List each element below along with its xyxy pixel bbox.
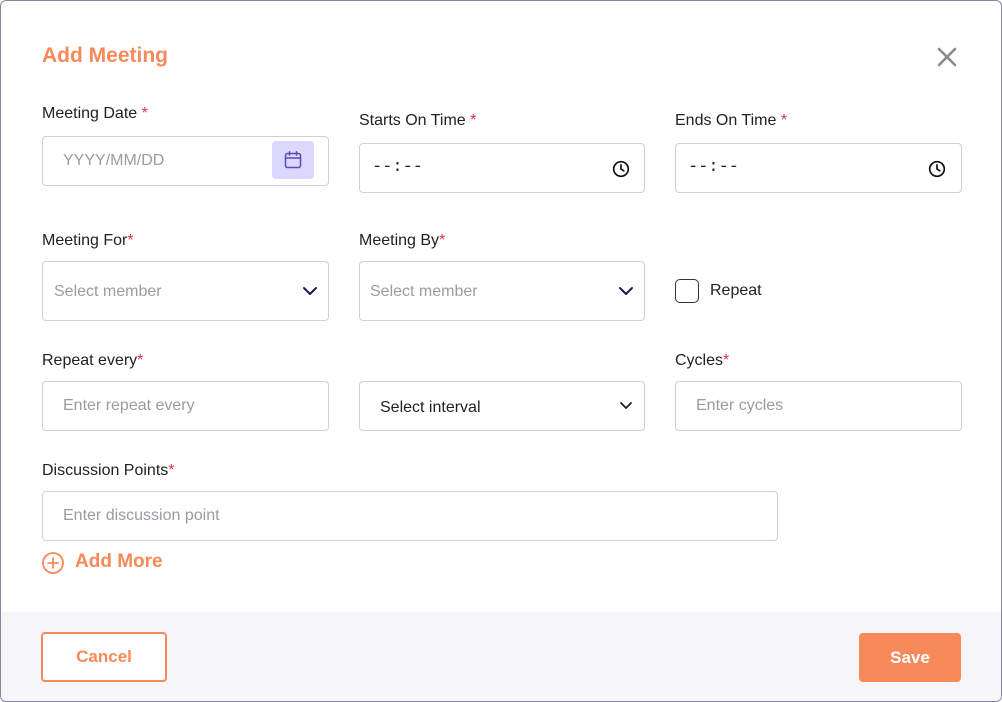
save-button[interactable]: Save	[859, 633, 961, 682]
required-marker: *	[470, 112, 477, 129]
meeting-date-input[interactable]: YYYY/MM/DD	[42, 136, 329, 186]
meeting-for-label: Meeting For*	[42, 232, 134, 249]
interval-select-value: Select interval	[380, 399, 481, 416]
required-marker: *	[439, 232, 446, 249]
discussion-point-placeholder: Enter discussion point	[63, 507, 220, 524]
add-meeting-modal: Add Meeting Meeting Date * YYYY/MM/DD St…	[0, 0, 1002, 702]
modal-footer: Cancel Save	[1, 612, 1001, 701]
add-more-label: Add More	[75, 551, 163, 572]
required-marker: *	[780, 112, 788, 129]
meeting-date-placeholder: YYYY/MM/DD	[63, 152, 165, 169]
meeting-by-placeholder: Select member	[370, 283, 478, 300]
meeting-date-label: Meeting Date *	[42, 105, 148, 122]
cancel-button[interactable]: Cancel	[41, 632, 167, 682]
ends-on-time-label: Ends On Time *	[675, 112, 788, 129]
ends-on-time-value: --:--	[688, 158, 740, 177]
chevron-down-icon	[619, 400, 633, 412]
repeat-label: Repeat	[710, 282, 762, 299]
required-marker: *	[137, 352, 144, 369]
clock-icon[interactable]	[612, 160, 630, 178]
repeat-every-placeholder: Enter repeat every	[63, 397, 195, 414]
chevron-down-icon	[302, 284, 318, 298]
meeting-for-placeholder: Select member	[54, 283, 162, 300]
discussion-points-label: Discussion Points*	[42, 462, 175, 479]
date-picker-button[interactable]	[272, 141, 314, 179]
starts-on-time-input[interactable]: --:--	[359, 143, 645, 193]
cycles-label: Cycles*	[675, 352, 730, 369]
starts-on-time-value: --:--	[372, 158, 424, 177]
plus-circle-icon	[41, 551, 65, 575]
required-marker: *	[168, 462, 175, 479]
clock-icon[interactable]	[928, 160, 946, 178]
modal-title: Add Meeting	[42, 44, 168, 67]
meeting-by-label: Meeting By*	[359, 232, 446, 249]
starts-on-time-label: Starts On Time *	[359, 112, 477, 129]
required-marker: *	[127, 232, 134, 249]
repeat-every-label: Repeat every*	[42, 352, 144, 369]
cycles-placeholder: Enter cycles	[696, 397, 784, 414]
close-icon[interactable]	[935, 45, 959, 69]
calendar-icon	[283, 150, 303, 170]
cycles-input[interactable]: Enter cycles	[675, 381, 962, 431]
discussion-point-input[interactable]: Enter discussion point	[42, 491, 778, 541]
repeat-checkbox[interactable]	[675, 279, 699, 303]
chevron-down-icon	[618, 284, 634, 298]
required-marker: *	[141, 105, 148, 122]
meeting-for-select[interactable]: Select member	[42, 261, 329, 321]
meeting-by-select[interactable]: Select member	[359, 261, 645, 321]
interval-select[interactable]: Select interval	[359, 381, 645, 431]
required-marker: *	[723, 352, 730, 369]
ends-on-time-input[interactable]: --:--	[675, 143, 962, 193]
repeat-every-input[interactable]: Enter repeat every	[42, 381, 329, 431]
